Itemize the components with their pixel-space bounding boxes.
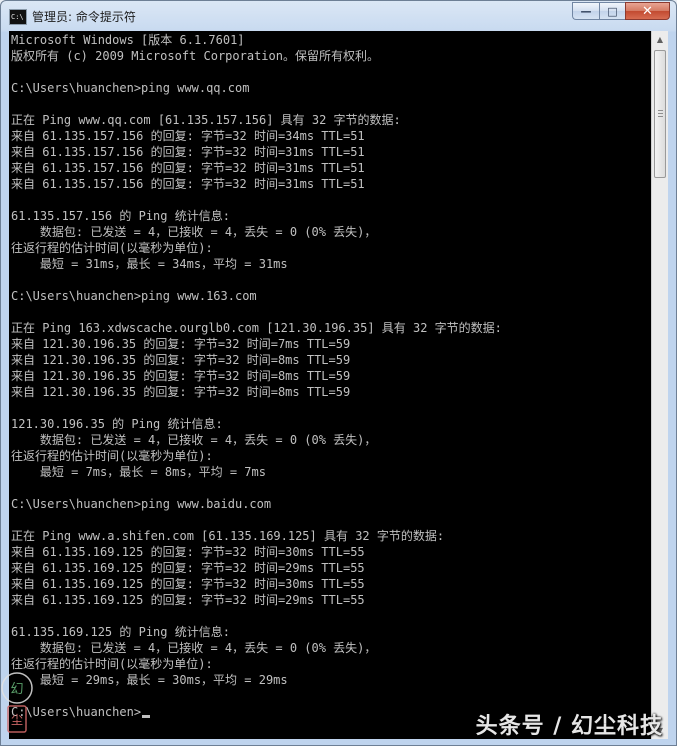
scroll-up-arrow-icon[interactable]: ▲ <box>652 31 668 48</box>
watermark-text: 头条号 / 幻尘科技 <box>475 714 663 739</box>
console-line: 61.135.157.156 的 Ping 统计信息: <box>11 209 230 223</box>
console-line: 来自 121.30.196.35 的回复: 字节=32 时间=8ms TTL=5… <box>11 369 351 383</box>
console-line: 数据包: 已发送 = 4，已接收 = 4，丢失 = 0 (0% 丢失)， <box>11 225 377 239</box>
console-line: 版权所有 (c) 2009 Microsoft Corporation。保留所有… <box>11 49 379 63</box>
console-line: C:\Users\huanchen>ping www.qq.com <box>11 81 250 95</box>
close-button[interactable]: ✕ <box>625 2 670 20</box>
console-line: 正在 Ping 163.xdwscache.ourglb0.com [121.3… <box>11 321 502 335</box>
caption-buttons: — □ ✕ <box>572 2 670 21</box>
console-line: 来自 61.135.169.125 的回复: 字节=32 时间=29ms TTL… <box>11 561 365 575</box>
scrollbar-thumb[interactable] <box>654 50 666 178</box>
console-line: 来自 61.135.157.156 的回复: 字节=32 时间=31ms TTL… <box>11 145 365 159</box>
console-line: 来自 121.30.196.35 的回复: 字节=32 时间=8ms TTL=5… <box>11 385 351 399</box>
close-icon: ✕ <box>642 3 653 19</box>
console-line: 121.30.196.35 的 Ping 统计信息: <box>11 417 223 431</box>
console-line: 往返行程的估计时间(以毫秒为单位): <box>11 657 213 671</box>
console-line: 61.135.169.125 的 Ping 统计信息: <box>11 625 230 639</box>
console-line: 正在 Ping www.qq.com [61.135.157.156] 具有 3… <box>11 113 401 127</box>
thumb-grip <box>658 113 663 114</box>
console-line: 数据包: 已发送 = 4，已接收 = 4，丢失 = 0 (0% 丢失)， <box>11 641 377 655</box>
minimize-button[interactable]: — <box>572 2 599 20</box>
console-line: 数据包: 已发送 = 4，已接收 = 4，丢失 = 0 (0% 丢失)， <box>11 433 377 447</box>
svg-text:幻: 幻 <box>10 682 23 697</box>
console-line: 最短 = 29ms，最长 = 30ms，平均 = 29ms <box>11 673 288 687</box>
console-line: 来自 61.135.169.125 的回复: 字节=32 时间=30ms TTL… <box>11 545 365 559</box>
console-line: C:\Users\huanchen>ping www.163.com <box>11 289 257 303</box>
svg-text:尘: 尘 <box>11 713 23 727</box>
console-line: 正在 Ping www.a.shifen.com [61.135.169.125… <box>11 529 445 543</box>
console-line: Microsoft Windows [版本 6.1.7601] <box>11 33 245 47</box>
watermark-seal: 幻 尘 <box>1 672 33 733</box>
cmd-window: C:\ 管理员: 命令提示符 — □ ✕ Microsoft Windows [… <box>0 0 677 746</box>
console-line: 最短 = 31ms，最长 = 34ms，平均 = 31ms <box>11 257 288 271</box>
thumb-grip <box>658 110 663 111</box>
vertical-scrollbar[interactable]: ▲ ▼ <box>651 31 668 739</box>
cmd-icon[interactable]: C:\ <box>9 9 27 25</box>
text-cursor <box>142 715 151 718</box>
console-line: 来自 61.135.169.125 的回复: 字节=32 时间=29ms TTL… <box>11 593 365 607</box>
console-line: 来自 61.135.157.156 的回复: 字节=32 时间=34ms TTL… <box>11 129 365 143</box>
console-line: 来自 61.135.157.156 的回复: 字节=32 时间=31ms TTL… <box>11 177 365 191</box>
maximize-button[interactable]: □ <box>599 2 625 20</box>
thumb-grip <box>658 116 663 117</box>
console-line: C:\Users\huanchen>ping www.baidu.com <box>11 497 272 511</box>
minimize-icon: — <box>580 4 592 18</box>
maximize-icon: □ <box>607 4 618 18</box>
window-title: 管理员: 命令提示符 <box>32 10 136 24</box>
console-line: 往返行程的估计时间(以毫秒为单位): <box>11 449 213 463</box>
console-output[interactable]: Microsoft Windows [版本 6.1.7601] 版权所有 (c) … <box>9 31 651 739</box>
console-line: 往返行程的估计时间(以毫秒为单位): <box>11 241 213 255</box>
console-text: Microsoft Windows [版本 6.1.7601] 版权所有 (c) … <box>9 31 651 720</box>
console-line: 来自 61.135.169.125 的回复: 字节=32 时间=30ms TTL… <box>11 577 365 591</box>
console-line: 最短 = 7ms，最长 = 8ms，平均 = 7ms <box>11 465 266 479</box>
console-line: 来自 121.30.196.35 的回复: 字节=32 时间=8ms TTL=5… <box>11 353 351 367</box>
console-line: 来自 121.30.196.35 的回复: 字节=32 时间=7ms TTL=5… <box>11 337 351 351</box>
title-bar[interactable]: C:\ 管理员: 命令提示符 — □ ✕ <box>1 1 676 31</box>
console-line: 来自 61.135.157.156 的回复: 字节=32 时间=31ms TTL… <box>11 161 365 175</box>
